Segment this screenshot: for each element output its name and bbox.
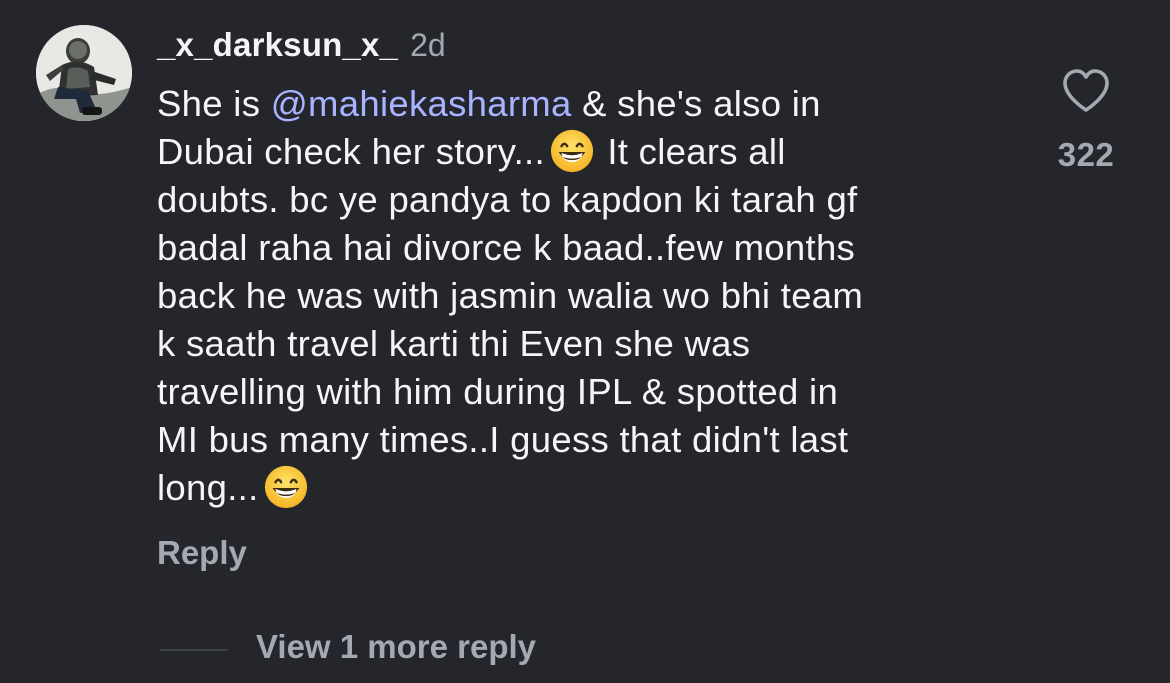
like-count: 322 — [1057, 136, 1115, 173]
like-block: 322 — [1040, 66, 1132, 174]
comment-text-segment: It clears all — [596, 131, 786, 172]
avatar[interactable] — [36, 25, 132, 121]
comment-line: badal raha hai divorce k baad..few month… — [157, 227, 856, 268]
heart-outline-icon[interactable] — [1060, 66, 1112, 116]
grinning-face-emoji-icon — [550, 129, 593, 173]
view-replies-button[interactable]: View 1 more reply — [256, 628, 536, 666]
comment-line: doubts. bc ye pandya to kapdon ki tarah … — [157, 179, 858, 220]
comment-line: long... — [157, 464, 1007, 512]
reply-button[interactable]: Reply — [157, 534, 247, 572]
comment-item: _x_darksun_x_ 2d She is @mahiekasharma &… — [0, 0, 1170, 683]
comment-text-segment: Dubai check her story... — [157, 131, 545, 172]
replies-divider — [160, 649, 228, 651]
comment-line: k saath travel karti thi Even she was — [157, 323, 751, 364]
comment-text-segment: long... — [157, 467, 259, 508]
comment-line: MI bus many times..I guess that didn't l… — [157, 419, 849, 460]
grinning-face-emoji-icon — [264, 465, 307, 509]
comment-line: Dubai check her story... It clears all — [157, 128, 1007, 176]
comment-header: _x_darksun_x_ 2d — [157, 26, 446, 66]
timestamp: 2d — [410, 27, 446, 63]
comment-line: travelling with him during IPL & spotted… — [157, 371, 839, 412]
comment-text-segment: She is — [157, 83, 271, 124]
comment-text-segment: & she's also in — [571, 83, 821, 124]
comment-line: back he was with jasmin walia wo bhi tea… — [157, 275, 864, 316]
username[interactable]: _x_darksun_x_ — [157, 26, 398, 64]
comment-line: She is @mahiekasharma & she's also in — [157, 80, 1007, 128]
mention-link[interactable]: @mahiekasharma — [271, 83, 572, 124]
comment-body: She is @mahiekasharma & she's also in Du… — [157, 80, 1007, 512]
